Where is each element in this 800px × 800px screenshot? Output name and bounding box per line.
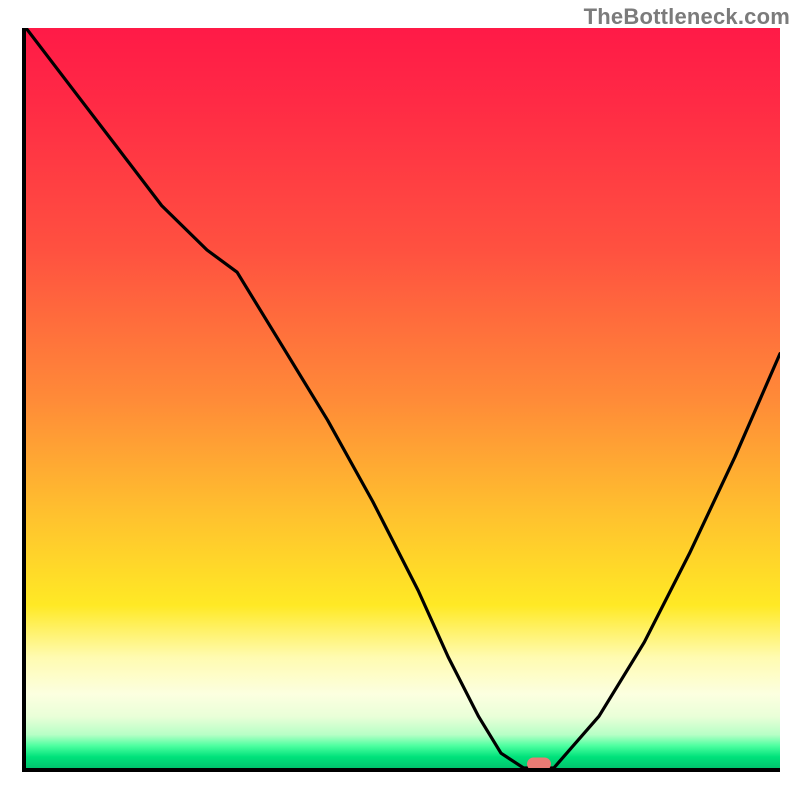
bottleneck-curve bbox=[26, 28, 780, 768]
curve-path bbox=[26, 28, 780, 768]
plot-area bbox=[22, 28, 780, 772]
optimal-marker bbox=[527, 758, 551, 771]
watermark-text: TheBottleneck.com bbox=[584, 4, 790, 30]
chart-frame: TheBottleneck.com bbox=[0, 0, 800, 800]
